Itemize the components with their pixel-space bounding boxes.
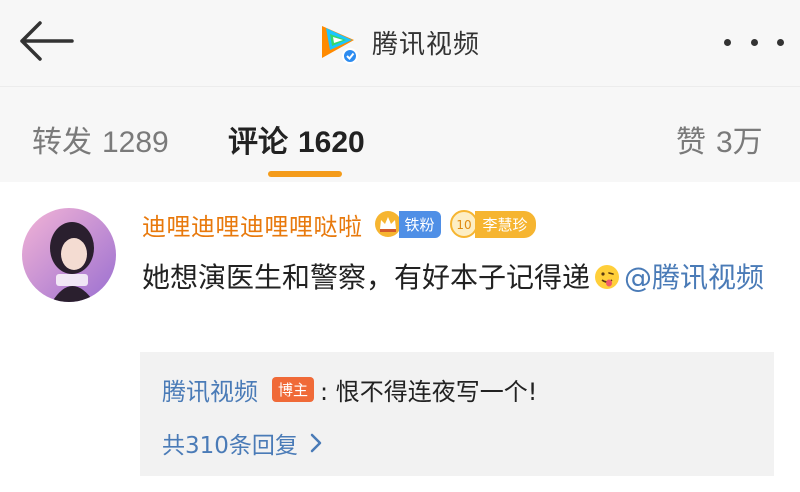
comment-body: 她想演医生和警察，有好本子记得递 @腾讯视频 — [142, 254, 782, 302]
top-bar: 腾讯视频 — [0, 0, 800, 86]
star-fan-badge[interactable]: 10 李慧珍 — [449, 209, 536, 239]
reply-author[interactable]: 腾讯视频 — [162, 372, 258, 407]
tab-comments[interactable]: 评论 1620 — [228, 117, 365, 161]
reply-line: 腾讯视频 博主 : 恨不得连夜写一个! — [162, 372, 537, 407]
tencent-video-logo-icon — [322, 26, 358, 64]
tab-bar: 转发 1289 评论 1620 赞 3万 — [0, 86, 800, 182]
more-dot-icon — [777, 38, 784, 46]
tab-repost[interactable]: 转发 1289 — [32, 117, 169, 161]
tab-count: 1289 — [102, 126, 169, 159]
tab-count: 1620 — [298, 126, 365, 159]
tongue-emoji-icon — [595, 265, 620, 289]
more-dot-icon — [750, 38, 758, 46]
tab-count: 3万 — [716, 126, 763, 159]
comment-item: 迪哩迪哩迪哩哩哒啦 铁粉 10 李慧珍 她想演医生和警察，有好本子记得递 @腾讯视… — [0, 182, 800, 492]
fan-badge-label: 铁粉 — [398, 210, 441, 238]
back-arrow-icon — [20, 21, 74, 61]
username-row: 迪哩迪哩迪哩哩哒啦 铁粉 10 李慧珍 — [142, 206, 536, 242]
avatar[interactable] — [22, 208, 116, 302]
page-title: 腾讯视频 — [372, 29, 481, 60]
more-options-button[interactable] — [724, 30, 784, 54]
comment-text: 她想演医生和警察，有好本子记得递 — [142, 261, 591, 294]
tab-label: 评论 — [228, 126, 288, 159]
reply-preview[interactable]: 腾讯视频 博主 : 恨不得连夜写一个! 共310条回复 — [140, 352, 774, 476]
username[interactable]: 迪哩迪哩迪哩哩哒啦 — [142, 207, 363, 242]
host-badge: 博主 — [272, 377, 315, 402]
reply-count-label: 共310条回复 — [162, 433, 298, 459]
star-badge-label: 李慧珍 — [474, 210, 536, 238]
tab-likes[interactable]: 赞 3万 — [676, 117, 763, 161]
more-dot-icon — [724, 38, 731, 46]
tab-label: 赞 — [676, 126, 706, 159]
account-title[interactable]: 腾讯视频 — [316, 14, 480, 70]
active-tab-indicator — [268, 171, 342, 177]
level-number: 10 — [456, 218, 471, 232]
back-button[interactable] — [18, 18, 78, 64]
tab-label: 转发 — [32, 126, 92, 159]
chevron-right-icon — [310, 433, 322, 453]
view-replies-link[interactable]: 共310条回复 — [162, 426, 322, 460]
reply-text: : 恨不得连夜写一个! — [320, 378, 538, 406]
mention-link[interactable]: @腾讯视频 — [624, 261, 764, 294]
fan-badge[interactable]: 铁粉 — [373, 209, 441, 239]
avatar-image-icon — [22, 208, 116, 302]
